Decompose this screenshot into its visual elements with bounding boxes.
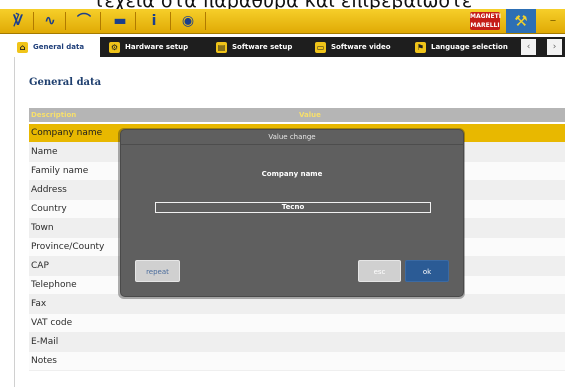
tab-label: Software video	[331, 43, 391, 51]
row-description: Address	[31, 185, 67, 195]
toolbar-divider	[170, 12, 171, 30]
dialog-field-label: Company name	[261, 170, 323, 178]
oscilloscope-icon[interactable]: ∿	[38, 12, 62, 30]
table-row[interactable]: E-Mail	[29, 333, 565, 352]
row-description: E-Mail	[31, 337, 59, 347]
tab-label: Software setup	[232, 43, 293, 51]
table-row[interactable]: VAT code	[29, 314, 565, 333]
row-description: VAT code	[31, 318, 73, 328]
globe-icon[interactable]: ◉	[176, 12, 200, 30]
toolbar-divider	[100, 12, 101, 30]
row-description: Province/County	[31, 242, 105, 252]
row-description: Notes	[31, 356, 57, 366]
grid-header: Description Value	[29, 108, 565, 122]
document-icon: ▤	[216, 41, 227, 53]
toolbar-divider	[135, 12, 136, 30]
row-description: Family name	[31, 166, 89, 176]
column-header-value[interactable]: Value	[299, 108, 321, 122]
video-icon: ▭	[315, 41, 326, 53]
column-header-description[interactable]: Description	[31, 108, 76, 122]
tab-software-video[interactable]: ▭ Software video	[312, 37, 409, 57]
brand-logo: MAGNETI MARELLI	[470, 12, 501, 30]
value-change-dialog: Value change Company name Tecno repeat e…	[120, 129, 464, 297]
tab-software-setup[interactable]: ▤ Software setup	[213, 37, 309, 57]
row-description: Name	[31, 147, 58, 157]
toolbar-divider	[205, 12, 206, 30]
row-description: Telephone	[31, 280, 77, 290]
minimize-icon[interactable]: –	[545, 12, 561, 30]
tab-label: General data	[33, 43, 85, 51]
ok-button[interactable]: ok	[405, 260, 449, 282]
toolbar-divider	[65, 12, 66, 30]
gear-icon: ⚙	[109, 41, 120, 53]
dialog-title: Value change	[121, 130, 463, 145]
tab-general-data[interactable]: ⌂ General data	[14, 37, 100, 57]
main-toolbar: ℣ ∿ ⌒ ▬ i ◉ MAGNETI MARELLI ⚒ –	[0, 9, 565, 34]
tab-bar: ⌂ General data ⚙ Hardware setup ▤ Software …	[14, 37, 565, 57]
company-icon: ⌂	[17, 41, 28, 53]
tab-language-selection[interactable]: ⚑ Language selection	[412, 37, 521, 57]
info-icon[interactable]: i	[142, 12, 166, 30]
esc-button[interactable]: esc	[358, 260, 401, 282]
tab-prev-button[interactable]: ‹	[521, 39, 536, 55]
diagnosis-icon[interactable]: ℣	[6, 12, 30, 30]
tab-hardware-setup[interactable]: ⚙ Hardware setup	[106, 37, 210, 57]
page-title: General data	[29, 77, 102, 88]
row-description: Company name	[31, 128, 103, 138]
tab-label: Language selection	[431, 43, 508, 51]
flag-icon: ⚑	[415, 41, 426, 53]
folder-icon[interactable]: ▬	[108, 12, 132, 30]
company-name-input[interactable]: Tecno	[155, 202, 431, 213]
antenna-icon[interactable]: ⌒	[72, 12, 96, 30]
tab-next-button[interactable]: ›	[547, 39, 562, 55]
toolbar-divider	[33, 12, 34, 30]
row-description: CAP	[31, 261, 49, 271]
repeat-button[interactable]: repeat	[135, 260, 180, 282]
tools-icon[interactable]: ⚒	[506, 9, 536, 33]
table-row[interactable]: Notes	[29, 352, 565, 371]
row-description: Country	[31, 204, 67, 214]
row-description: Fax	[31, 299, 47, 309]
tab-label: Hardware setup	[125, 43, 189, 51]
row-description: Town	[31, 223, 54, 233]
